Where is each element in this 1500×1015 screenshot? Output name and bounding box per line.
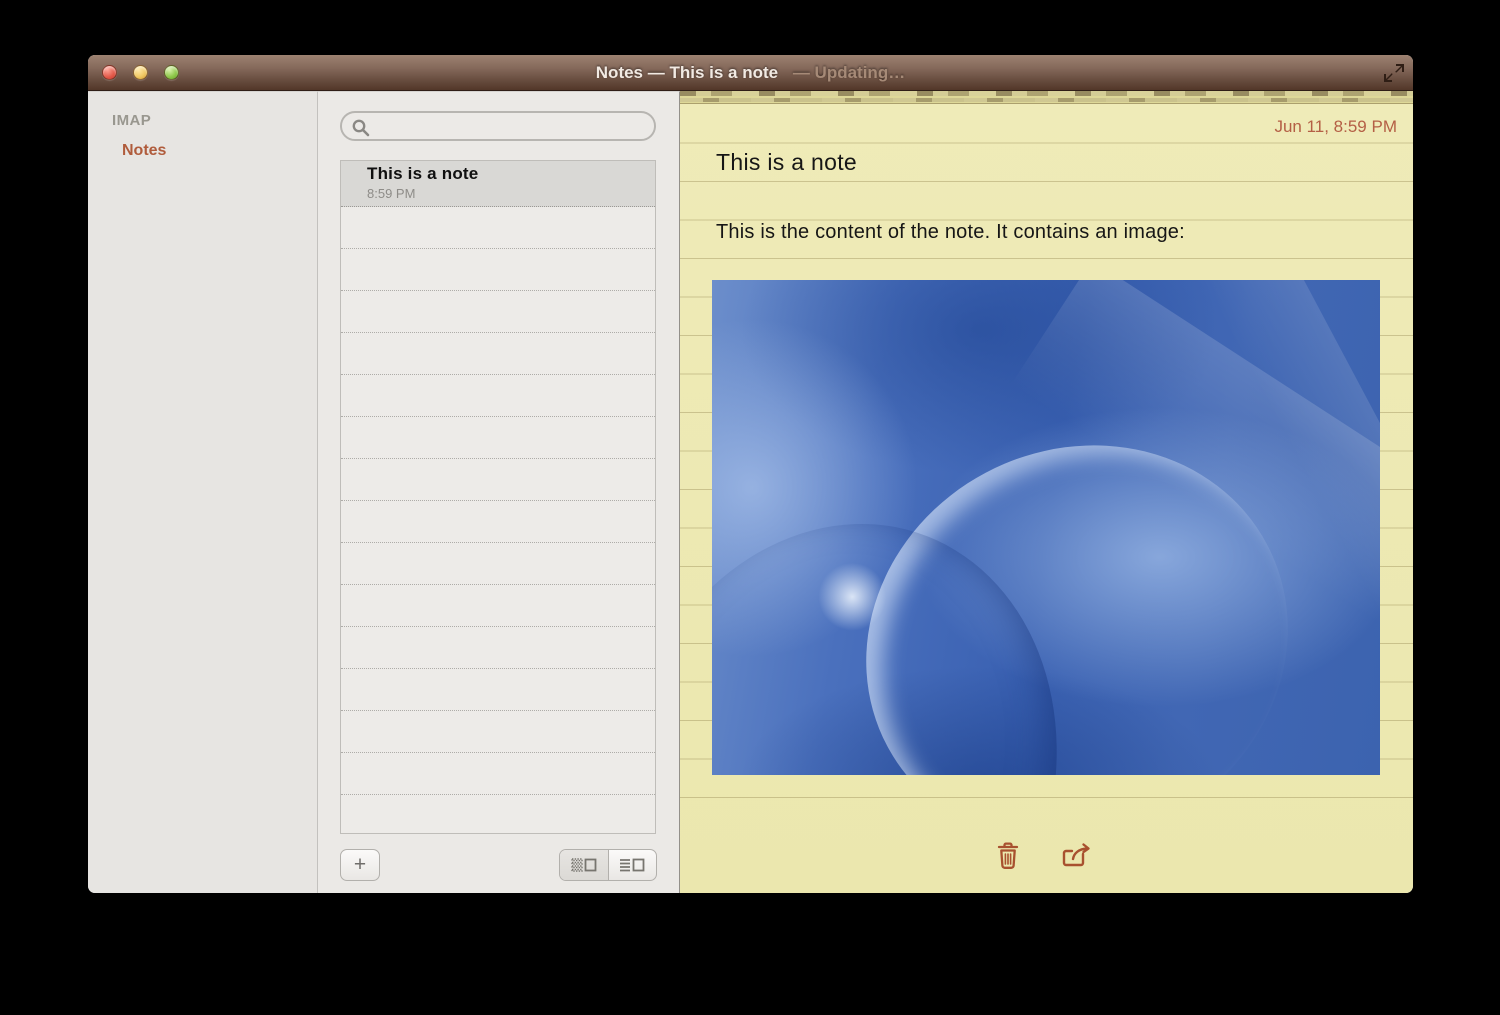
- list-view-icon: [620, 858, 645, 872]
- list-row: [341, 501, 655, 543]
- list-row: [341, 627, 655, 669]
- add-note-button[interactable]: +: [340, 849, 380, 881]
- list-view-button[interactable]: [609, 850, 657, 880]
- note-date: Jun 11, 8:59 PM: [1274, 117, 1397, 136]
- accounts-sidebar: IMAP Notes: [88, 91, 318, 893]
- thumbnail-list-view-icon: [571, 858, 597, 872]
- search-icon: [352, 119, 370, 137]
- notes-list: This is a note 8:59 PM: [340, 160, 656, 834]
- window-title: Notes — This is a note — Updating…: [88, 63, 1413, 83]
- note-item-time: 8:59 PM: [367, 186, 416, 201]
- note-editor-pane: Jun 11, 8:59 PM This is a note This is t…: [680, 91, 1413, 893]
- empty-list-rows: [341, 207, 655, 833]
- list-row: [341, 753, 655, 795]
- window-title-text: Notes — This is a note: [595, 63, 779, 82]
- list-row: [341, 249, 655, 291]
- search-input[interactable]: [374, 114, 650, 138]
- trash-icon: [997, 842, 1019, 869]
- sidebar-section-imap: IMAP: [112, 112, 152, 129]
- note-attached-image[interactable]: [712, 280, 1380, 775]
- title-bar[interactable]: Notes — This is a note — Updating…: [88, 55, 1413, 91]
- fullscreen-button[interactable]: [1383, 62, 1405, 84]
- window-status-text: — Updating…: [792, 63, 906, 82]
- list-row: [341, 711, 655, 753]
- list-row: [341, 585, 655, 627]
- share-icon: [1062, 843, 1090, 867]
- note-title[interactable]: This is a note: [716, 149, 857, 176]
- note-list-item-selected[interactable]: This is a note 8:59 PM: [341, 161, 655, 207]
- search-field[interactable]: [340, 111, 656, 141]
- share-note-button[interactable]: [1060, 841, 1096, 873]
- notes-window: Notes — This is a note — Updating… IMAP …: [88, 55, 1413, 893]
- list-row: [341, 291, 655, 333]
- list-row: [341, 459, 655, 501]
- list-row: [341, 375, 655, 417]
- notes-list-panel: This is a note 8:59 PM +: [318, 91, 680, 893]
- list-row: [341, 543, 655, 585]
- list-row: [341, 417, 655, 459]
- list-row: [341, 795, 655, 833]
- delete-note-button[interactable]: [994, 841, 1022, 873]
- note-item-title: This is a note: [367, 164, 479, 183]
- thumbnail-list-view-button[interactable]: [560, 850, 609, 880]
- list-row: [341, 669, 655, 711]
- view-toggle-group: [559, 849, 657, 881]
- torn-paper-edge: [680, 91, 1413, 104]
- list-row: [341, 207, 655, 249]
- note-body[interactable]: This is the content of the note. It cont…: [716, 221, 1185, 244]
- fullscreen-arrows-icon: [1384, 64, 1404, 82]
- sidebar-item-notes[interactable]: Notes: [122, 142, 166, 160]
- list-row: [341, 333, 655, 375]
